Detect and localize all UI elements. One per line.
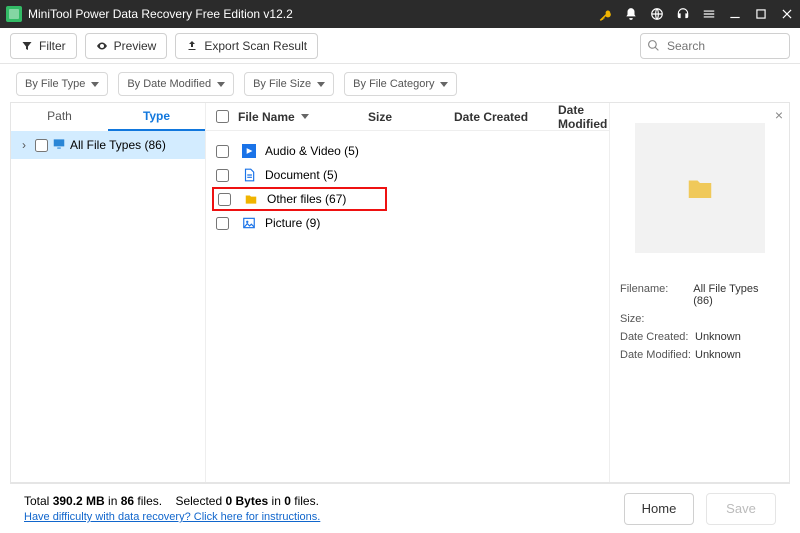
app-title: MiniTool Power Data Recovery Free Editio…	[28, 7, 293, 21]
footer: Total 390.2 MB in 86 files. Selected 0 B…	[10, 483, 790, 533]
preview-date-modified-label: Date Modified:	[620, 349, 695, 361]
export-icon	[186, 40, 198, 52]
preview-filename-label: Filename:	[620, 283, 693, 307]
preview-filename-value: All File Types (86)	[693, 283, 779, 307]
preview-button[interactable]: Preview	[85, 33, 168, 59]
preview-date-created-value: Unknown	[695, 331, 741, 343]
file-row-document[interactable]: Document (5)	[206, 163, 609, 187]
monitor-icon	[52, 137, 66, 154]
column-size[interactable]: Size	[368, 110, 454, 124]
chevron-down-icon	[317, 82, 325, 87]
sort-icon	[301, 114, 309, 119]
sidebar: Path Type › All File Types (86)	[11, 103, 206, 482]
row-checkbox[interactable]	[216, 217, 229, 230]
export-button[interactable]: Export Scan Result	[175, 33, 318, 59]
row-label: Audio & Video (5)	[265, 144, 359, 158]
search-icon	[647, 39, 660, 57]
file-list: Audio & Video (5) Document (5) Other fil…	[206, 131, 609, 243]
row-checkbox[interactable]	[216, 145, 229, 158]
tab-type[interactable]: Type	[108, 103, 205, 131]
preview-date-created-label: Date Created:	[620, 331, 695, 343]
eye-icon	[96, 40, 108, 52]
row-checkbox[interactable]	[218, 193, 231, 206]
maximize-icon[interactable]	[754, 7, 768, 21]
bell-icon[interactable]	[624, 7, 638, 21]
tree-root-label: All File Types (86)	[70, 138, 166, 152]
toolbar: Filter Preview Export Scan Result	[0, 28, 800, 64]
row-label: Picture (9)	[265, 216, 320, 230]
funnel-icon	[21, 40, 33, 52]
column-date-created[interactable]: Date Created	[454, 110, 558, 124]
expand-icon[interactable]: ›	[17, 138, 31, 152]
chevron-down-icon	[217, 82, 225, 87]
file-row-other-files[interactable]: Other files (67)	[212, 187, 387, 211]
key-icon[interactable]	[598, 7, 612, 21]
filter-label: Filter	[39, 39, 66, 53]
list-header: File Name Size Date Created Date Modifie…	[206, 103, 609, 131]
tree-root-checkbox[interactable]	[35, 139, 48, 152]
preview-size-label: Size:	[620, 313, 695, 325]
minimize-icon[interactable]	[728, 7, 742, 21]
column-name[interactable]: File Name	[238, 110, 368, 124]
export-label: Export Scan Result	[204, 39, 307, 53]
filter-date-modified[interactable]: By Date Modified	[118, 72, 234, 96]
preview-thumbnail	[635, 123, 765, 253]
filter-file-type[interactable]: By File Type	[16, 72, 108, 96]
chevron-down-icon	[440, 82, 448, 87]
document-icon	[241, 167, 257, 183]
audio-video-icon	[241, 143, 257, 159]
chevron-down-icon	[91, 82, 99, 87]
sidebar-tabs: Path Type	[11, 103, 205, 131]
main-area: Path Type › All File Types (86) File Nam…	[10, 102, 790, 483]
folder-icon	[243, 191, 259, 207]
footer-help-link[interactable]: Have difficulty with data recovery? Clic…	[24, 511, 320, 523]
close-preview-icon[interactable]: ×	[775, 107, 783, 123]
filter-file-size[interactable]: By File Size	[244, 72, 334, 96]
filter-row: By File Type By Date Modified By File Si…	[0, 64, 800, 102]
tab-path[interactable]: Path	[11, 103, 108, 131]
picture-icon	[241, 215, 257, 231]
file-row-audio-video[interactable]: Audio & Video (5)	[206, 139, 609, 163]
preview-panel: × Filename:All File Types (86) Size: Dat…	[609, 103, 789, 482]
file-row-picture[interactable]: Picture (9)	[206, 211, 609, 235]
select-all-checkbox[interactable]	[216, 110, 229, 123]
row-checkbox[interactable]	[216, 169, 229, 182]
title-bar: MiniTool Power Data Recovery Free Editio…	[0, 0, 800, 28]
headset-icon[interactable]	[676, 7, 690, 21]
search-input[interactable]	[640, 33, 790, 59]
filter-file-category[interactable]: By File Category	[344, 72, 457, 96]
menu-icon[interactable]	[702, 7, 716, 21]
row-label: Other files (67)	[267, 192, 346, 206]
tree-root[interactable]: › All File Types (86)	[11, 131, 205, 159]
save-button[interactable]: Save	[706, 493, 776, 525]
close-icon[interactable]	[780, 7, 794, 21]
column-date-modified[interactable]: Date Modified	[558, 103, 609, 131]
footer-totals: Total 390.2 MB in 86 files. Selected 0 B…	[24, 494, 320, 508]
search-wrap	[640, 33, 790, 59]
app-logo	[6, 6, 22, 22]
filter-button[interactable]: Filter	[10, 33, 77, 59]
home-button[interactable]: Home	[624, 493, 694, 525]
preview-label: Preview	[114, 39, 157, 53]
globe-icon[interactable]	[650, 7, 664, 21]
file-list-panel: File Name Size Date Created Date Modifie…	[206, 103, 609, 482]
preview-date-modified-value: Unknown	[695, 349, 741, 361]
row-label: Document (5)	[265, 168, 338, 182]
